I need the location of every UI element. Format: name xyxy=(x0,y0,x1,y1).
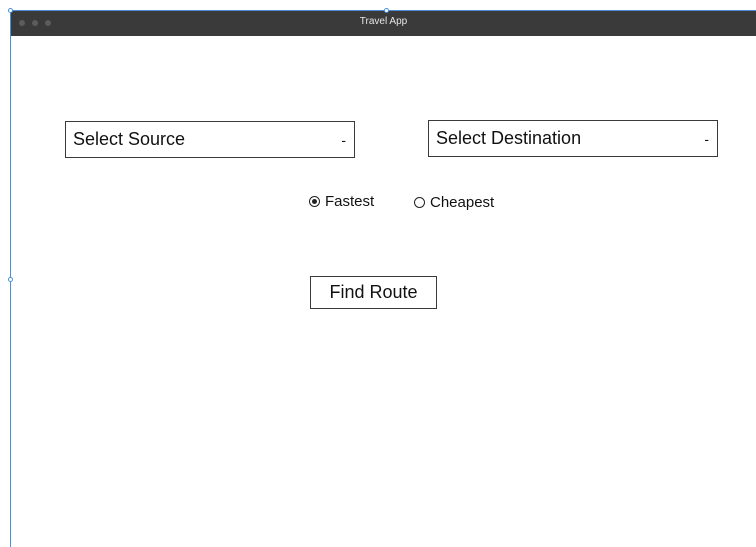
title-bar: Travel App xyxy=(11,11,756,36)
resize-handle-top-left[interactable] xyxy=(8,8,13,13)
destination-select-label: Select Destination xyxy=(436,128,582,148)
find-route-button[interactable]: Find Route xyxy=(310,276,437,309)
radio-cheapest-label: Cheapest xyxy=(430,194,495,211)
radio-fastest-label: Fastest xyxy=(325,193,375,210)
source-select-label: Select Source xyxy=(73,129,186,149)
window-title: Travel App xyxy=(359,16,408,27)
source-select[interactable]: Select Source - xyxy=(65,121,355,158)
radio-unselected-icon[interactable] xyxy=(414,197,425,208)
destination-select[interactable]: Select Destination - xyxy=(428,120,718,157)
dropdown-caret-icon: - xyxy=(341,131,346,148)
radio-cheapest[interactable]: Cheapest xyxy=(414,194,494,211)
dropdown-caret-icon: - xyxy=(704,130,709,147)
app-window: Travel App Select Source - Select Destin… xyxy=(11,11,756,547)
selection-frame-top xyxy=(10,10,756,11)
radio-selected-icon[interactable] xyxy=(309,196,320,207)
resize-handle-top[interactable] xyxy=(384,8,389,13)
radio-fastest[interactable]: Fastest xyxy=(309,193,374,210)
resize-handle-left[interactable] xyxy=(8,277,13,282)
